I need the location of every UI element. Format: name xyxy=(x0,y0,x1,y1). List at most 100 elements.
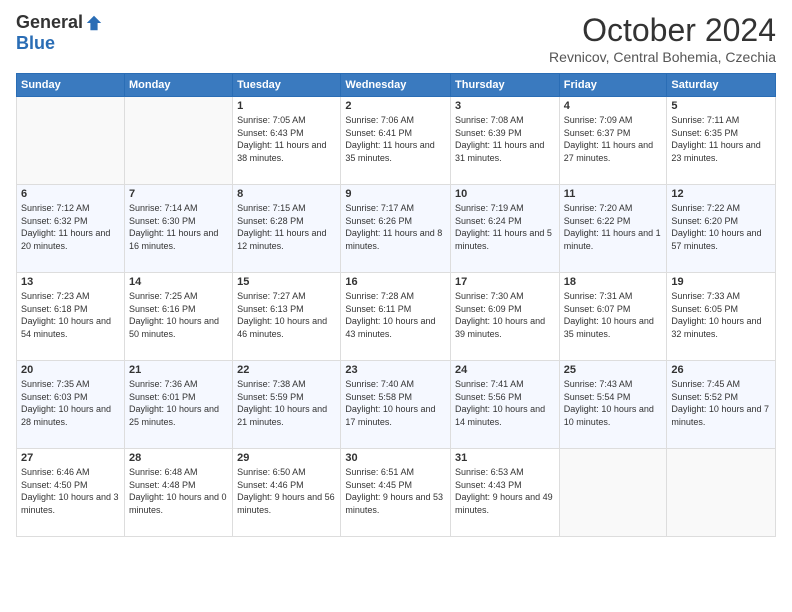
calendar-cell: 7 Sunrise: 7:14 AM Sunset: 6:30 PM Daylig… xyxy=(124,185,232,273)
day-header-tuesday: Tuesday xyxy=(233,74,341,97)
calendar-cell: 22 Sunrise: 7:38 AM Sunset: 5:59 PM Dayli… xyxy=(233,361,341,449)
day-number: 17 xyxy=(455,276,555,288)
calendar-cell xyxy=(124,97,232,185)
calendar-cell: 28Sunrise: 6:48 AM Sunset: 4:48 PM Dayli… xyxy=(124,449,232,537)
day-number: 29 xyxy=(237,452,336,464)
day-number: 12 xyxy=(671,188,771,200)
day-info: Sunrise: 7:23 AM Sunset: 6:18 PM Dayligh… xyxy=(21,290,120,340)
day-number: 13 xyxy=(21,276,120,288)
week-row-2: 13 Sunrise: 7:23 AM Sunset: 6:18 PM Dayli… xyxy=(17,273,776,361)
day-number: 22 xyxy=(237,364,336,376)
calendar-cell: 2 Sunrise: 7:06 AM Sunset: 6:41 PM Daylig… xyxy=(341,97,451,185)
calendar-cell: 21Sunrise: 7:36 AM Sunset: 6:01 PM Dayli… xyxy=(124,361,232,449)
day-info: Sunrise: 7:30 AM Sunset: 6:09 PM Dayligh… xyxy=(455,290,555,340)
week-row-1: 6 Sunrise: 7:12 AM Sunset: 6:32 PM Daylig… xyxy=(17,185,776,273)
day-info: Sunrise: 7:45 AM Sunset: 5:52 PM Dayligh… xyxy=(671,378,771,428)
day-number: 14 xyxy=(129,276,228,288)
calendar-cell: 31Sunrise: 6:53 AM Sunset: 4:43 PM Dayli… xyxy=(451,449,560,537)
day-number: 8 xyxy=(237,188,336,200)
calendar-cell: 9 Sunrise: 7:17 AM Sunset: 6:26 PM Daylig… xyxy=(341,185,451,273)
day-info: Sunrise: 7:20 AM Sunset: 6:22 PM Dayligh… xyxy=(564,202,663,252)
calendar-cell: 15 Sunrise: 7:27 AM Sunset: 6:13 PM Dayli… xyxy=(233,273,341,361)
day-info: Sunrise: 7:06 AM Sunset: 6:41 PM Dayligh… xyxy=(345,114,446,164)
calendar-cell: 19 Sunrise: 7:33 AM Sunset: 6:05 PM Dayli… xyxy=(667,273,776,361)
calendar-cell: 5 Sunrise: 7:11 AM Sunset: 6:35 PM Daylig… xyxy=(667,97,776,185)
day-number: 30 xyxy=(345,452,446,464)
day-info: Sunrise: 7:17 AM Sunset: 6:26 PM Dayligh… xyxy=(345,202,446,252)
day-number: 21 xyxy=(129,364,228,376)
calendar-cell: 20 Sunrise: 7:35 AM Sunset: 6:03 PM Dayli… xyxy=(17,361,125,449)
calendar-cell: 12Sunrise: 7:22 AM Sunset: 6:20 PM Dayli… xyxy=(667,185,776,273)
calendar-cell: 14 Sunrise: 7:25 AM Sunset: 6:16 PM Dayli… xyxy=(124,273,232,361)
day-number: 11 xyxy=(564,188,663,200)
day-number: 20 xyxy=(21,364,120,376)
calendar-cell: 24Sunrise: 7:41 AM Sunset: 5:56 PM Dayli… xyxy=(451,361,560,449)
calendar-cell: 29 Sunrise: 6:50 AM Sunset: 4:46 PM Dayli… xyxy=(233,449,341,537)
calendar-cell: 13 Sunrise: 7:23 AM Sunset: 6:18 PM Dayli… xyxy=(17,273,125,361)
day-header-monday: Monday xyxy=(124,74,232,97)
day-info: Sunrise: 7:05 AM Sunset: 6:43 PM Dayligh… xyxy=(237,114,336,164)
day-header-thursday: Thursday xyxy=(451,74,560,97)
day-info: Sunrise: 7:33 AM Sunset: 6:05 PM Dayligh… xyxy=(671,290,771,340)
day-info: Sunrise: 7:11 AM Sunset: 6:35 PM Dayligh… xyxy=(671,114,771,164)
day-info: Sunrise: 7:15 AM Sunset: 6:28 PM Dayligh… xyxy=(237,202,336,252)
day-info: Sunrise: 7:38 AM Sunset: 5:59 PM Dayligh… xyxy=(237,378,336,428)
calendar-cell: 4 Sunrise: 7:09 AM Sunset: 6:37 PM Daylig… xyxy=(559,97,667,185)
day-number: 23 xyxy=(345,364,446,376)
day-header-wednesday: Wednesday xyxy=(341,74,451,97)
day-info: Sunrise: 6:48 AM Sunset: 4:48 PM Dayligh… xyxy=(129,466,228,516)
calendar-cell xyxy=(559,449,667,537)
day-info: Sunrise: 7:25 AM Sunset: 6:16 PM Dayligh… xyxy=(129,290,228,340)
day-info: Sunrise: 7:28 AM Sunset: 6:11 PM Dayligh… xyxy=(345,290,446,340)
day-number: 2 xyxy=(345,100,446,112)
title-section: October 2024 Revnicov, Central Bohemia, … xyxy=(549,12,776,65)
calendar-cell: 17 Sunrise: 7:30 AM Sunset: 6:09 PM Dayli… xyxy=(451,273,560,361)
calendar-cell xyxy=(17,97,125,185)
calendar-cell: 16 Sunrise: 7:28 AM Sunset: 6:11 PM Dayli… xyxy=(341,273,451,361)
day-info: Sunrise: 6:53 AM Sunset: 4:43 PM Dayligh… xyxy=(455,466,555,516)
day-number: 25 xyxy=(564,364,663,376)
calendar-cell: 8 Sunrise: 7:15 AM Sunset: 6:28 PM Daylig… xyxy=(233,185,341,273)
day-info: Sunrise: 7:40 AM Sunset: 5:58 PM Dayligh… xyxy=(345,378,446,428)
day-number: 4 xyxy=(564,100,663,112)
day-info: Sunrise: 7:41 AM Sunset: 5:56 PM Dayligh… xyxy=(455,378,555,428)
day-info: Sunrise: 7:19 AM Sunset: 6:24 PM Dayligh… xyxy=(455,202,555,252)
day-number: 6 xyxy=(21,188,120,200)
day-info: Sunrise: 7:08 AM Sunset: 6:39 PM Dayligh… xyxy=(455,114,555,164)
day-number: 19 xyxy=(671,276,771,288)
day-number: 27 xyxy=(21,452,120,464)
day-number: 7 xyxy=(129,188,228,200)
day-info: Sunrise: 7:27 AM Sunset: 6:13 PM Dayligh… xyxy=(237,290,336,340)
calendar-cell xyxy=(667,449,776,537)
calendar-cell: 1 Sunrise: 7:05 AM Sunset: 6:43 PM Daylig… xyxy=(233,97,341,185)
day-info: Sunrise: 6:46 AM Sunset: 4:50 PM Dayligh… xyxy=(21,466,120,516)
day-number: 10 xyxy=(455,188,555,200)
day-info: Sunrise: 7:12 AM Sunset: 6:32 PM Dayligh… xyxy=(21,202,120,252)
calendar-cell: 25 Sunrise: 7:43 AM Sunset: 5:54 PM Dayli… xyxy=(559,361,667,449)
day-header-row: SundayMondayTuesdayWednesdayThursdayFrid… xyxy=(17,74,776,97)
day-info: Sunrise: 7:09 AM Sunset: 6:37 PM Dayligh… xyxy=(564,114,663,164)
day-info: Sunrise: 6:51 AM Sunset: 4:45 PM Dayligh… xyxy=(345,466,446,516)
calendar-cell: 27 Sunrise: 6:46 AM Sunset: 4:50 PM Dayli… xyxy=(17,449,125,537)
day-info: Sunrise: 7:31 AM Sunset: 6:07 PM Dayligh… xyxy=(564,290,663,340)
day-number: 16 xyxy=(345,276,446,288)
calendar-cell: 18Sunrise: 7:31 AM Sunset: 6:07 PM Dayli… xyxy=(559,273,667,361)
day-info: Sunrise: 7:43 AM Sunset: 5:54 PM Dayligh… xyxy=(564,378,663,428)
logo: General Blue xyxy=(16,12,103,54)
day-info: Sunrise: 7:35 AM Sunset: 6:03 PM Dayligh… xyxy=(21,378,120,428)
week-row-3: 20 Sunrise: 7:35 AM Sunset: 6:03 PM Dayli… xyxy=(17,361,776,449)
calendar: SundayMondayTuesdayWednesdayThursdayFrid… xyxy=(16,73,776,537)
day-number: 3 xyxy=(455,100,555,112)
day-info: Sunrise: 7:14 AM Sunset: 6:30 PM Dayligh… xyxy=(129,202,228,252)
calendar-cell: 11 Sunrise: 7:20 AM Sunset: 6:22 PM Dayli… xyxy=(559,185,667,273)
day-info: Sunrise: 6:50 AM Sunset: 4:46 PM Dayligh… xyxy=(237,466,336,516)
day-header-saturday: Saturday xyxy=(667,74,776,97)
day-number: 9 xyxy=(345,188,446,200)
day-number: 15 xyxy=(237,276,336,288)
day-number: 1 xyxy=(237,100,336,112)
week-row-4: 27 Sunrise: 6:46 AM Sunset: 4:50 PM Dayli… xyxy=(17,449,776,537)
calendar-cell: 10 Sunrise: 7:19 AM Sunset: 6:24 PM Dayli… xyxy=(451,185,560,273)
logo-blue-text: Blue xyxy=(16,33,55,54)
calendar-cell: 26Sunrise: 7:45 AM Sunset: 5:52 PM Dayli… xyxy=(667,361,776,449)
day-number: 5 xyxy=(671,100,771,112)
